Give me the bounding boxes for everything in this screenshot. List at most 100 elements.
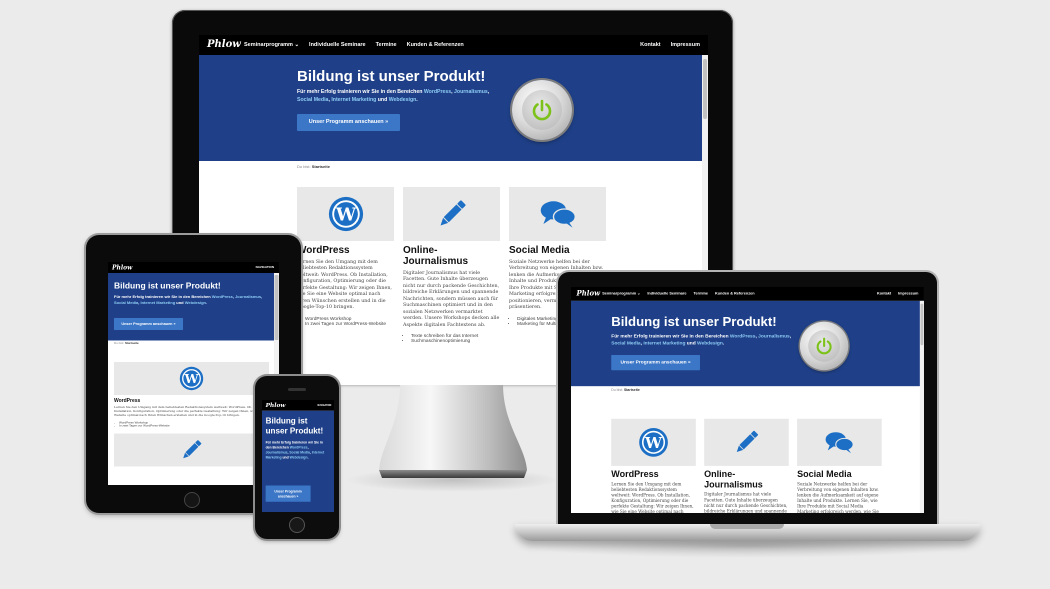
hero-link-wordpress[interactable]: WordPress [424,89,451,95]
secondary-menu: Kontakt Impressum [877,292,919,296]
menu-item-individuelle-seminare[interactable]: Individuelle Seminare [647,292,686,296]
chat-bubbles-icon [825,432,854,454]
site-logo[interactable]: Phlow [112,264,132,271]
hero-link-social-media[interactable]: Social Media [289,450,309,454]
card-online-journalismus: Online-Journalismus Digitaler Journalism… [704,418,789,513]
card-list: WordPress WorkshopIn zwei Tagen zur Word… [305,317,394,327]
iphone-screen: Phlow NAVIGATION Bildung ist unser Produ… [262,400,334,512]
card-title[interactable]: Online-Journalismus [704,469,789,490]
card-title[interactable]: Online-Journalismus [403,245,500,267]
menu-item-kunden-referenzen[interactable]: Kunden & Referenzen [715,292,755,296]
ipad-screen: Phlow NAVIGATION Bildung ist unser Produ… [108,262,279,485]
menu-item-impressum[interactable]: Impressum [671,42,700,48]
feature-cards: W WordPress Lernen Sie den Umgang mit de… [611,418,882,513]
menu-item-kontakt[interactable]: Kontakt [640,42,660,48]
program-button[interactable]: Unser Programm anschauen » [297,114,400,131]
chat-bubbles-icon [540,201,576,228]
ipad-home-button[interactable] [184,492,200,508]
hero-link-webdesign[interactable]: Webdesign [697,341,723,346]
iphone-home-button[interactable] [289,517,305,533]
hero-link-wordpress[interactable]: WordPress [730,334,756,339]
hero-link-internet-marketing[interactable]: Internet Marketing [643,341,685,346]
menu-item-kunden-referenzen[interactable]: Kunden & Referenzen [407,42,464,48]
menu-item-seminarprogramm[interactable]: Seminarprogramm ⌄ [244,42,299,48]
power-button-graphic [799,321,849,371]
site-logo[interactable]: Phlow [207,39,241,50]
hero-section: Bildung ist unser Produkt! Für mehr Erfo… [108,273,279,341]
wordpress-icon: W [179,366,204,391]
menu-item-termine[interactable]: Termine [376,42,397,48]
wordpress-icon: W [328,196,363,232]
hero-link-journalismus[interactable]: Journalismus [454,89,488,95]
main-menu: Seminarprogramm ⌄ Individuelle Seminare … [244,42,464,48]
hero-link-wordpress[interactable]: WordPress [290,445,308,449]
website-mobile: Phlow NAVIGATION Bildung ist unser Produ… [262,400,334,512]
top-navbar: Phlow NAVIGATION [262,400,334,411]
hero-link-internet-marketing[interactable]: Internet Marketing [331,97,376,103]
hero-link-journalismus[interactable]: Journalismus [235,295,261,300]
hero-link-journalismus[interactable]: Journalismus [266,450,288,454]
breadcrumb-current[interactable]: Startseite [624,388,640,392]
scrollbar[interactable] [919,300,924,513]
card-online-journalismus: Online-Journalismus Digitaler Journalism… [403,187,500,344]
hero-title: Bildung ist unser Produkt! [611,314,777,330]
site-logo[interactable]: Phlow [266,402,286,409]
hero-link-internet-marketing[interactable]: Internet Marketing [140,300,175,305]
hero-subtitle: Für mehr Erfolg trainieren wir Sie in de… [265,440,325,460]
macbook-notch [710,524,784,529]
macbook-screen: Phlow Seminarprogramm ⌄ Individuelle Sem… [571,287,924,513]
card-text: Digitaler Journalismus hat viele Facette… [403,271,500,328]
hero-link-wordpress[interactable]: WordPress [212,295,233,300]
menu-item-termine[interactable]: Termine [693,292,708,296]
card-title[interactable]: WordPress [297,245,394,256]
hero-title: Bildung ist unser Produkt! [265,416,324,435]
hero-link-webdesign[interactable]: Webdesign [185,300,206,305]
card-title[interactable]: WordPress [611,469,696,479]
breadcrumb: Du bist: Startseite [297,164,330,169]
hero-section: Bildung ist unser Produkt! Für mehr Erfo… [199,55,708,161]
hero-link-webdesign[interactable]: Webdesign [389,97,417,103]
hero-link-webdesign[interactable]: Webdesign [290,455,308,459]
menu-item-impressum[interactable]: Impressum [898,292,918,296]
navigation-toggle[interactable]: NAVIGATION [318,404,332,407]
top-navbar: Phlow Seminarprogramm ⌄ Individuelle Sem… [199,35,708,55]
card-text: Lernen Sie den Umgang mit dem beliebtest… [611,481,694,513]
website-laptop: Phlow Seminarprogramm ⌄ Individuelle Sem… [571,287,924,513]
card-wordpress: W WordPress Lernen Sie den Umgang mit de… [611,418,696,513]
hero-title: Bildung ist unser Produkt! [297,68,486,85]
power-button-graphic [512,80,572,140]
card-online-journalismus [114,433,269,467]
pencil-icon [440,200,466,226]
list-item[interactable]: In zwei Tagen zur WordPress-Website [305,322,394,327]
secondary-menu: Kontakt Impressum [640,42,700,48]
hero-subtitle: Für mehr Erfolg trainieren wir Sie in de… [114,294,263,305]
feature-cards: W WordPress Lernen Sie den Umgang mit de… [114,362,269,467]
menu-item-seminarprogramm[interactable]: Seminarprogramm ⌄ [602,292,640,296]
menu-item-individuelle-seminare[interactable]: Individuelle Seminare [309,42,366,48]
main-menu: Seminarprogramm ⌄ Individuelle Seminare … [602,292,754,296]
iphone-speaker [288,388,306,391]
program-button[interactable]: Unser Programm anschauen » [611,354,700,371]
hero-link-social-media[interactable]: Social Media [114,300,138,305]
card-title[interactable]: Social Media [797,469,882,479]
card-list: Texte schreiben für das InternetSuchmasc… [411,334,500,344]
breadcrumb-current[interactable]: Startseite [125,342,139,345]
program-button[interactable]: Unser Programm anschauen » [114,318,183,330]
breadcrumb: Du bist: Startseite [114,342,139,345]
hero-link-journalismus[interactable]: Journalismus [758,334,790,339]
top-navbar: Phlow NAVIGATION [108,262,279,273]
chevron-down-icon: ⌄ [637,291,641,297]
list-item[interactable]: In zwei Tagen zur WordPress-Website [119,425,269,428]
chevron-down-icon: ⌄ [294,42,300,48]
site-logo[interactable]: Phlow [577,290,600,298]
hero-link-social-media[interactable]: Social Media [611,341,640,346]
card-text: Digitaler Journalismus hat viele Facette… [704,492,788,513]
card-title[interactable]: Social Media [509,245,606,256]
breadcrumb-current[interactable]: Startseite [312,164,330,169]
list-item[interactable]: Suchmaschinenoptimierung [411,339,500,344]
menu-item-kontakt[interactable]: Kontakt [877,292,891,296]
navigation-toggle[interactable]: NAVIGATION [256,266,274,269]
hero-link-social-media[interactable]: Social Media [297,97,328,103]
card-title[interactable]: WordPress [114,398,269,404]
program-button[interactable]: Unser Programm anschauen » [265,485,311,502]
